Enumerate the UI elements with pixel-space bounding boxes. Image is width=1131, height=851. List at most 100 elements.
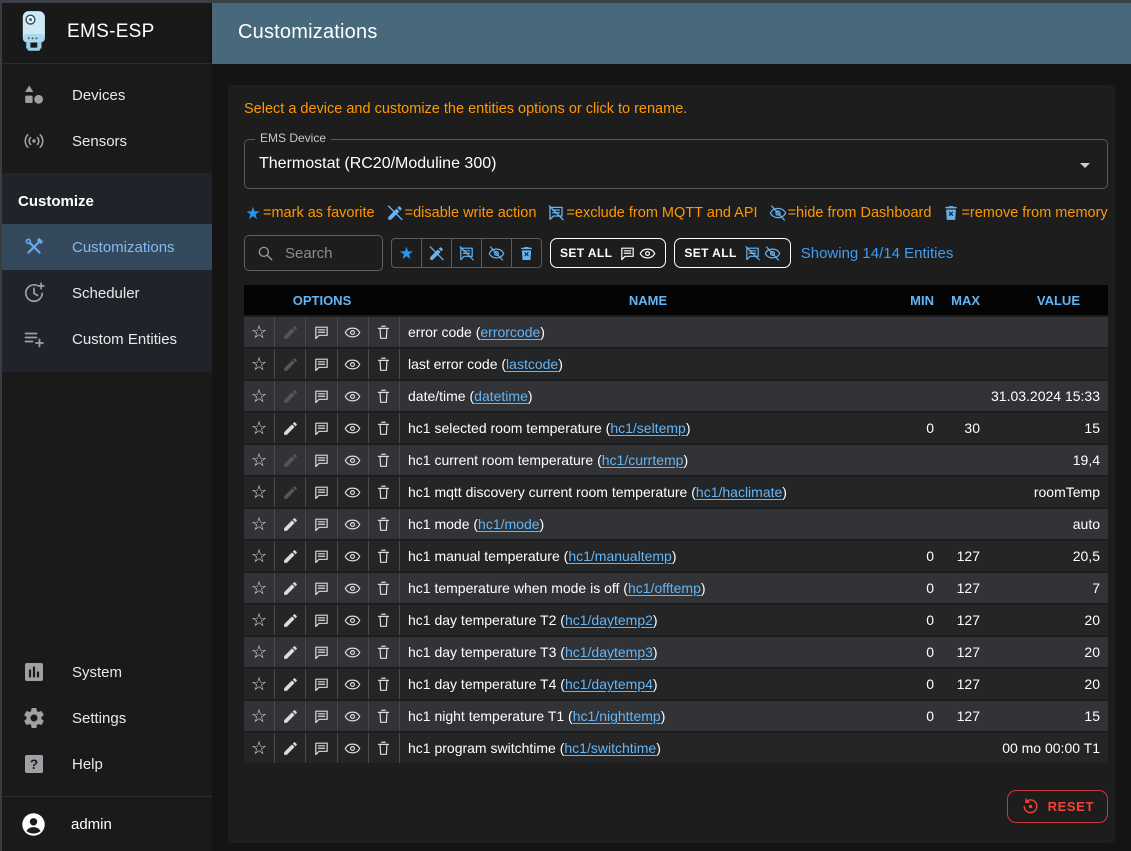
remove-memory-button[interactable] (369, 381, 400, 411)
hide-dashboard-button[interactable] (338, 509, 369, 539)
remove-memory-button[interactable] (369, 413, 400, 443)
exclude-mqtt-button[interactable] (306, 573, 337, 603)
reset-button[interactable]: RESET (1007, 790, 1108, 823)
sidebar-item-settings[interactable]: Settings (0, 695, 212, 741)
entity-shortname-link[interactable]: hc1/nighttemp (573, 708, 661, 724)
entity-name[interactable]: hc1 day temperature T4 (hc1/daytemp4) (400, 669, 896, 699)
sidebar-item-admin[interactable]: admin (0, 797, 212, 851)
favorite-button[interactable]: ☆ (244, 637, 275, 667)
remove-memory-button[interactable] (369, 637, 400, 667)
remove-memory-button[interactable] (369, 477, 400, 507)
exclude-mqtt-button[interactable] (306, 733, 337, 763)
exclude-mqtt-button[interactable] (306, 509, 337, 539)
entity-shortname-link[interactable]: hc1/daytemp2 (565, 612, 653, 628)
entity-name[interactable]: hc1 temperature when mode is off (hc1/of… (400, 573, 896, 603)
favorite-button[interactable]: ☆ (244, 733, 275, 763)
exclude-mqtt-button[interactable] (306, 413, 337, 443)
exclude-mqtt-button[interactable] (306, 541, 337, 571)
favorite-button[interactable]: ☆ (244, 509, 275, 539)
exclude-mqtt-button[interactable] (306, 381, 337, 411)
disable-write-button[interactable] (275, 413, 306, 443)
hide-dashboard-button[interactable] (338, 317, 369, 347)
filter-disable-write-button[interactable] (421, 238, 452, 268)
remove-memory-button[interactable] (369, 573, 400, 603)
favorite-button[interactable]: ☆ (244, 445, 275, 475)
hide-dashboard-button[interactable] (338, 541, 369, 571)
remove-memory-button[interactable] (369, 701, 400, 731)
remove-memory-button[interactable] (369, 669, 400, 699)
exclude-mqtt-button[interactable] (306, 605, 337, 635)
disable-write-button[interactable] (275, 573, 306, 603)
favorite-button[interactable]: ☆ (244, 477, 275, 507)
disable-write-button[interactable] (275, 509, 306, 539)
disable-write-button[interactable] (275, 733, 306, 763)
hide-dashboard-button[interactable] (338, 573, 369, 603)
remove-memory-button[interactable] (369, 541, 400, 571)
ems-device-select[interactable]: EMS Device Thermostat (RC20/Moduline 300… (244, 139, 1108, 189)
exclude-mqtt-button[interactable] (306, 477, 337, 507)
entity-name[interactable]: hc1 program switchtime (hc1/switchtime) (400, 733, 896, 763)
disable-write-button[interactable] (275, 541, 306, 571)
hide-dashboard-button[interactable] (338, 413, 369, 443)
set-all-hidden-button[interactable]: SET ALL (674, 238, 790, 268)
entity-shortname-link[interactable]: datetime (474, 388, 528, 404)
hide-dashboard-button[interactable] (338, 669, 369, 699)
exclude-mqtt-button[interactable] (306, 445, 337, 475)
hide-dashboard-button[interactable] (338, 445, 369, 475)
hide-dashboard-button[interactable] (338, 381, 369, 411)
sidebar-item-sensors[interactable]: Sensors (0, 118, 212, 164)
entity-name[interactable]: hc1 night temperature T1 (hc1/nighttemp) (400, 701, 896, 731)
entity-name[interactable]: hc1 mode (hc1/mode) (400, 509, 896, 539)
sidebar-item-customizations[interactable]: Customizations (0, 224, 212, 270)
remove-memory-button[interactable] (369, 509, 400, 539)
exclude-mqtt-button[interactable] (306, 669, 337, 699)
remove-memory-button[interactable] (369, 733, 400, 763)
entity-name[interactable]: hc1 mqtt discovery current room temperat… (400, 477, 896, 507)
sidebar-item-devices[interactable]: Devices (0, 72, 212, 118)
hide-dashboard-button[interactable] (338, 477, 369, 507)
remove-memory-button[interactable] (369, 317, 400, 347)
entity-shortname-link[interactable]: lastcode (506, 356, 558, 372)
sidebar-item-system[interactable]: System (0, 649, 212, 695)
filter-exclude-mqtt-button[interactable] (451, 238, 482, 268)
exclude-mqtt-button[interactable] (306, 701, 337, 731)
entity-shortname-link[interactable]: hc1/daytemp3 (565, 644, 653, 660)
set-all-visible-button[interactable]: SET ALL (550, 238, 666, 268)
favorite-button[interactable]: ☆ (244, 349, 275, 379)
hide-dashboard-button[interactable] (338, 349, 369, 379)
entity-shortname-link[interactable]: hc1/manualtemp (568, 548, 672, 564)
favorite-button[interactable]: ☆ (244, 605, 275, 635)
filter-remove-memory-button[interactable] (511, 238, 542, 268)
filter-favorite-button[interactable]: ★ (391, 238, 422, 268)
entity-shortname-link[interactable]: hc1/switchtime (564, 740, 656, 756)
disable-write-button[interactable] (275, 637, 306, 667)
entity-name[interactable]: hc1 current room temperature (hc1/currte… (400, 445, 896, 475)
favorite-button[interactable]: ☆ (244, 701, 275, 731)
favorite-button[interactable]: ☆ (244, 669, 275, 699)
remove-memory-button[interactable] (369, 445, 400, 475)
entity-shortname-link[interactable]: hc1/currtemp (602, 452, 684, 468)
favorite-button[interactable]: ☆ (244, 413, 275, 443)
entity-name[interactable]: error code (errorcode) (400, 317, 896, 347)
remove-memory-button[interactable] (369, 349, 400, 379)
exclude-mqtt-button[interactable] (306, 637, 337, 667)
hide-dashboard-button[interactable] (338, 733, 369, 763)
entity-name[interactable]: hc1 manual temperature (hc1/manualtemp) (400, 541, 896, 571)
entity-shortname-link[interactable]: hc1/offtemp (628, 580, 701, 596)
favorite-button[interactable]: ☆ (244, 381, 275, 411)
favorite-button[interactable]: ☆ (244, 317, 275, 347)
entity-shortname-link[interactable]: hc1/seltemp (610, 420, 685, 436)
favorite-button[interactable]: ☆ (244, 541, 275, 571)
entity-name[interactable]: date/time (datetime) (400, 381, 896, 411)
sidebar-item-help[interactable]: ? Help (0, 741, 212, 787)
entity-shortname-link[interactable]: hc1/daytemp4 (565, 676, 653, 692)
entity-name[interactable]: last error code (lastcode) (400, 349, 896, 379)
entity-shortname-link[interactable]: hc1/haclimate (696, 484, 782, 500)
exclude-mqtt-button[interactable] (306, 317, 337, 347)
sidebar-item-custom-entities[interactable]: Custom Entities (0, 316, 212, 362)
entity-shortname-link[interactable]: hc1/mode (478, 516, 539, 532)
entity-name[interactable]: hc1 day temperature T2 (hc1/daytemp2) (400, 605, 896, 635)
entity-name[interactable]: hc1 day temperature T3 (hc1/daytemp3) (400, 637, 896, 667)
exclude-mqtt-button[interactable] (306, 349, 337, 379)
hide-dashboard-button[interactable] (338, 637, 369, 667)
